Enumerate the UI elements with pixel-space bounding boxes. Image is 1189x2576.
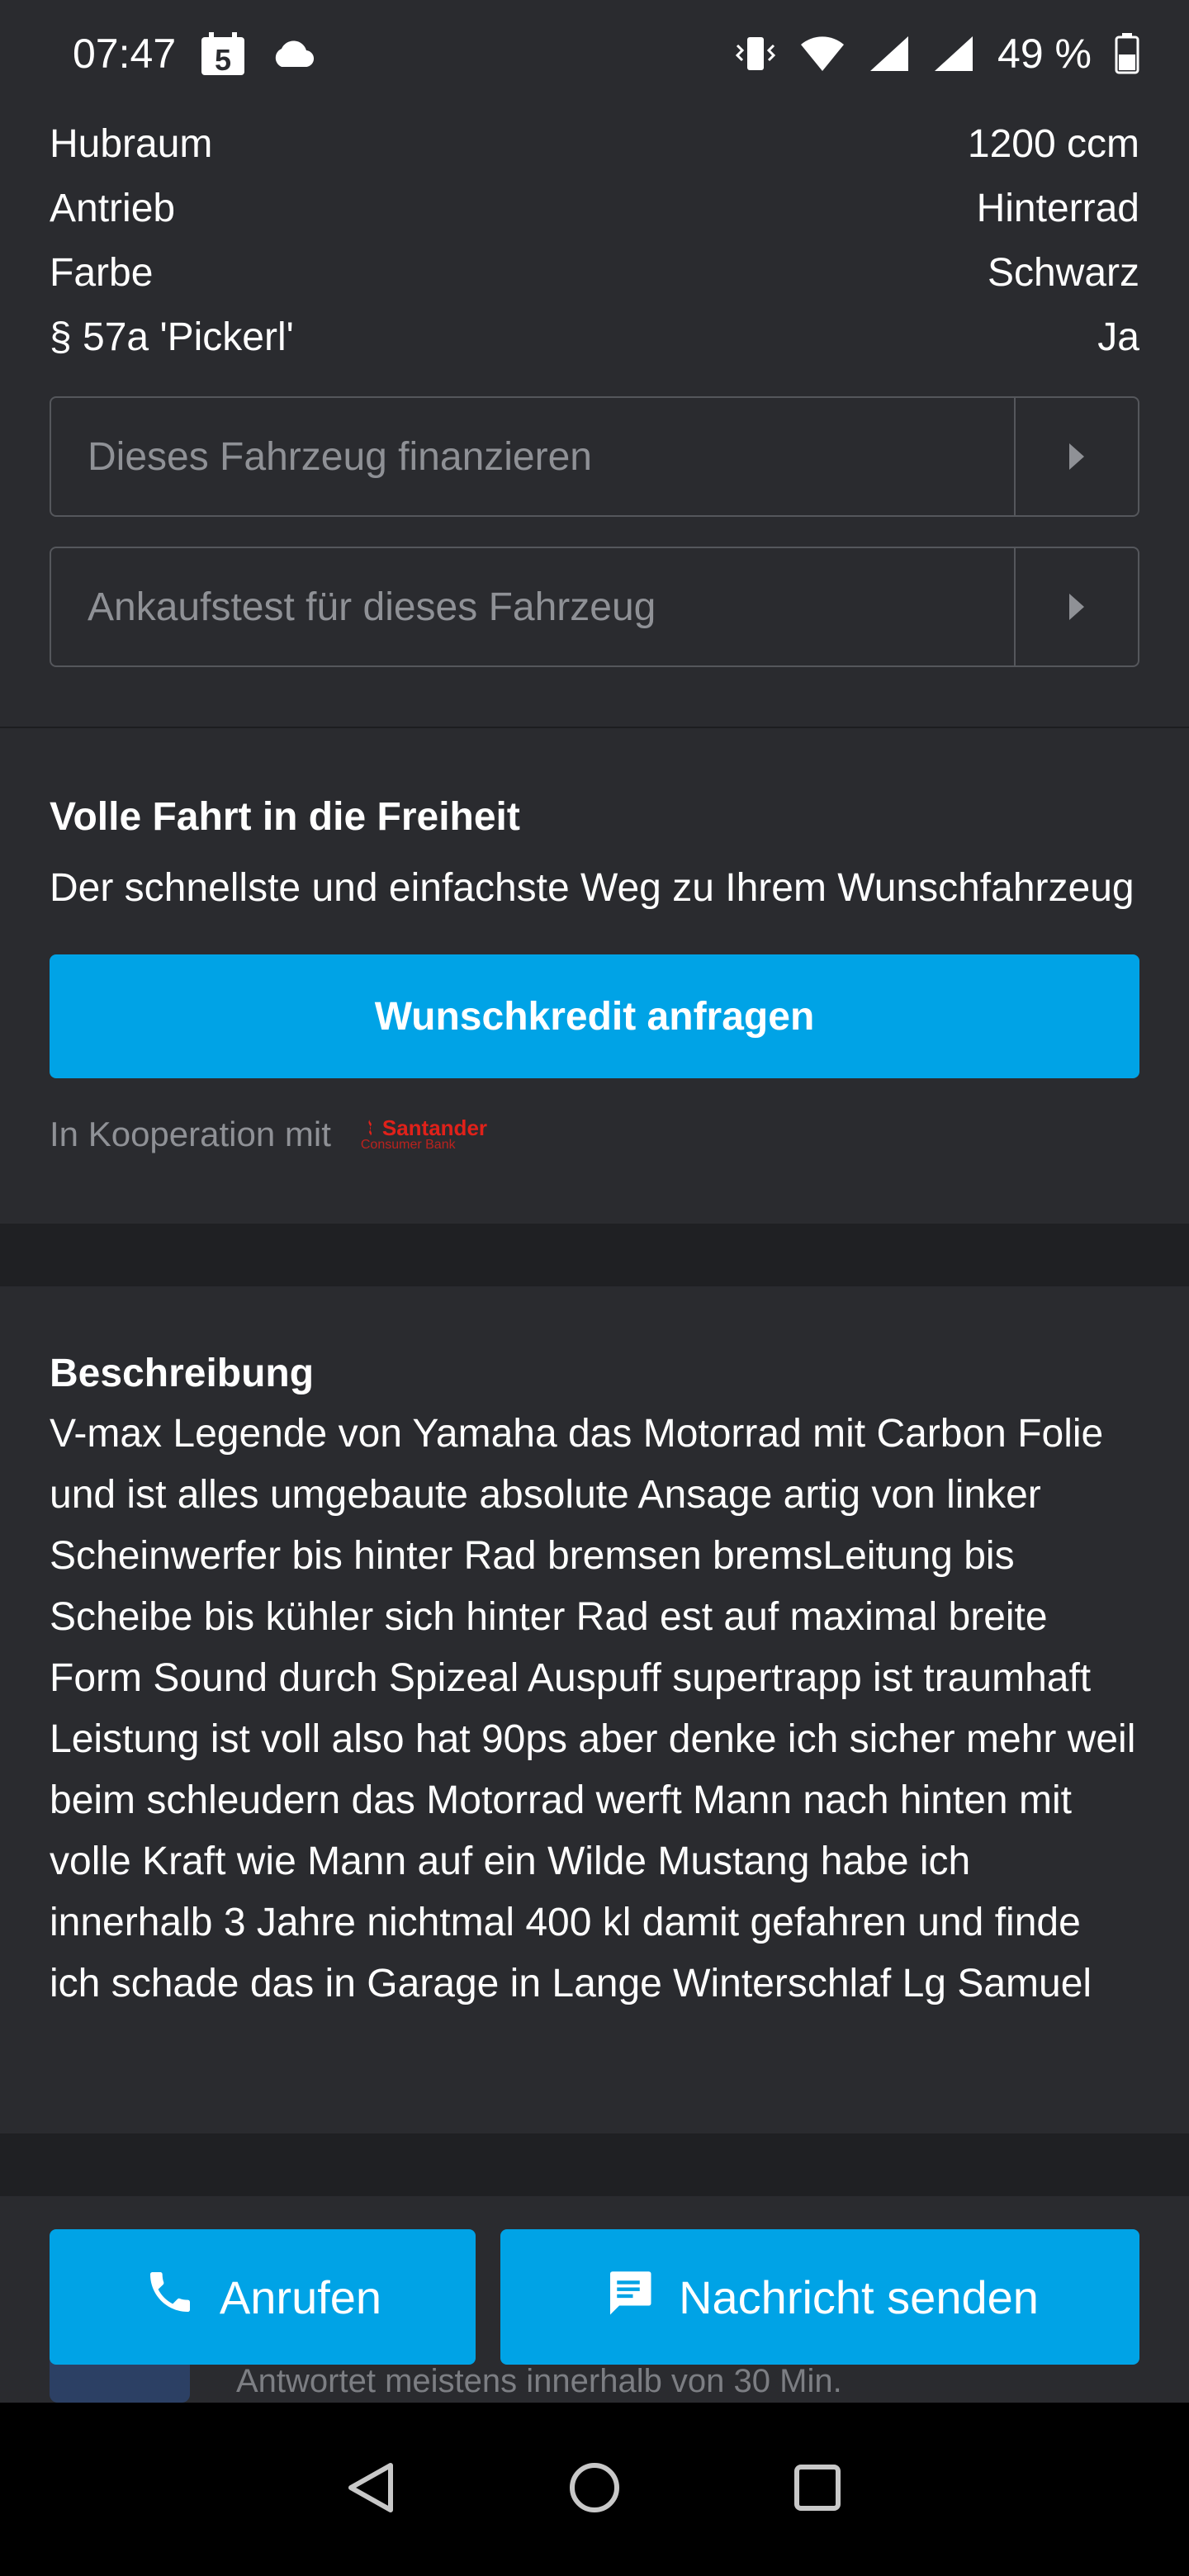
spec-row-drive: Antrieb Hinterrad: [50, 176, 1139, 240]
call-button[interactable]: Anrufen: [50, 2229, 476, 2365]
cooperation-label: In Kooperation mit: [50, 1115, 331, 1153]
request-credit-button[interactable]: Wunschkredit anfragen: [50, 954, 1139, 1078]
section-separator: [0, 1224, 1189, 1286]
spec-value: 1200 ccm: [967, 121, 1139, 166]
navigation-bar: [0, 2403, 1189, 2576]
signal-icon-2: [933, 35, 974, 73]
vehicle-specs: Hubraum 1200 ccm Antrieb Hinterrad Farbe…: [50, 111, 1139, 369]
signal-icon: [869, 35, 910, 73]
recent-apps-icon[interactable]: [789, 2459, 846, 2521]
back-icon[interactable]: [343, 2459, 400, 2521]
spec-row-inspection-sticker: § 57a 'Pickerl' Ja: [50, 305, 1139, 369]
send-message-label: Nachricht senden: [679, 2271, 1039, 2323]
finance-vehicle-button[interactable]: Dieses Fahrzeug finanzieren: [50, 396, 1139, 517]
spec-value: Schwarz: [987, 250, 1139, 295]
santander-name: Santander: [381, 1115, 488, 1140]
purchase-test-button[interactable]: Ankaufstest für dieses Fahrzeug: [50, 547, 1139, 667]
call-label: Anrufen: [219, 2271, 382, 2323]
cooperation-note: In Kooperation mit Santander Consumer Ba…: [50, 1115, 487, 1154]
message-icon: [601, 2265, 656, 2330]
status-bar: 07:47 5 49 %: [0, 0, 1189, 107]
wifi-icon: [799, 35, 846, 73]
battery-percent: 49 %: [997, 31, 1092, 77]
spec-label: Farbe: [50, 250, 154, 295]
spec-label: Antrieb: [50, 186, 176, 230]
spec-value: Hinterrad: [976, 186, 1139, 230]
promo-title: Volle Fahrt in die Freiheit: [50, 795, 520, 839]
santander-sub: Consumer Bank: [360, 1138, 456, 1152]
cloud-icon: [270, 39, 315, 69]
purchase-test-label: Ankaufstest für dieses Fahrzeug: [88, 585, 656, 629]
spec-label: § 57a 'Pickerl': [50, 315, 294, 359]
clock: 07:47: [73, 31, 177, 77]
finance-vehicle-label: Dieses Fahrzeug finanzieren: [88, 434, 592, 479]
phone-icon: [144, 2266, 197, 2329]
spec-label: Hubraum: [50, 121, 213, 166]
vibrate-icon: [735, 36, 776, 72]
section-separator: [0, 2133, 1189, 2196]
spec-value: Ja: [1097, 315, 1139, 359]
caret-right-icon: [1014, 548, 1138, 665]
promo-text: Der schnellste und einfachste Weg zu Ihr…: [50, 866, 1135, 910]
home-icon[interactable]: [566, 2459, 623, 2521]
send-message-button[interactable]: Nachricht senden: [500, 2229, 1139, 2365]
calendar-day: 5: [215, 43, 231, 77]
santander-logo: Santander Consumer Bank: [361, 1117, 487, 1152]
spec-row-color: Farbe Schwarz: [50, 240, 1139, 305]
section-divider: [0, 727, 1189, 728]
calendar-icon: 5: [199, 31, 247, 77]
spec-row-displacement: Hubraum 1200 ccm: [50, 111, 1139, 176]
battery-icon: [1115, 33, 1139, 74]
description-text: V-max Legende von Yamaha das Motorrad mi…: [50, 1412, 1136, 2005]
description-title: Beschreibung: [50, 1352, 315, 1395]
seller-response-time: Antwortet meistens innerhalb von 30 Min.: [236, 2363, 842, 2399]
caret-right-icon: [1014, 398, 1138, 515]
